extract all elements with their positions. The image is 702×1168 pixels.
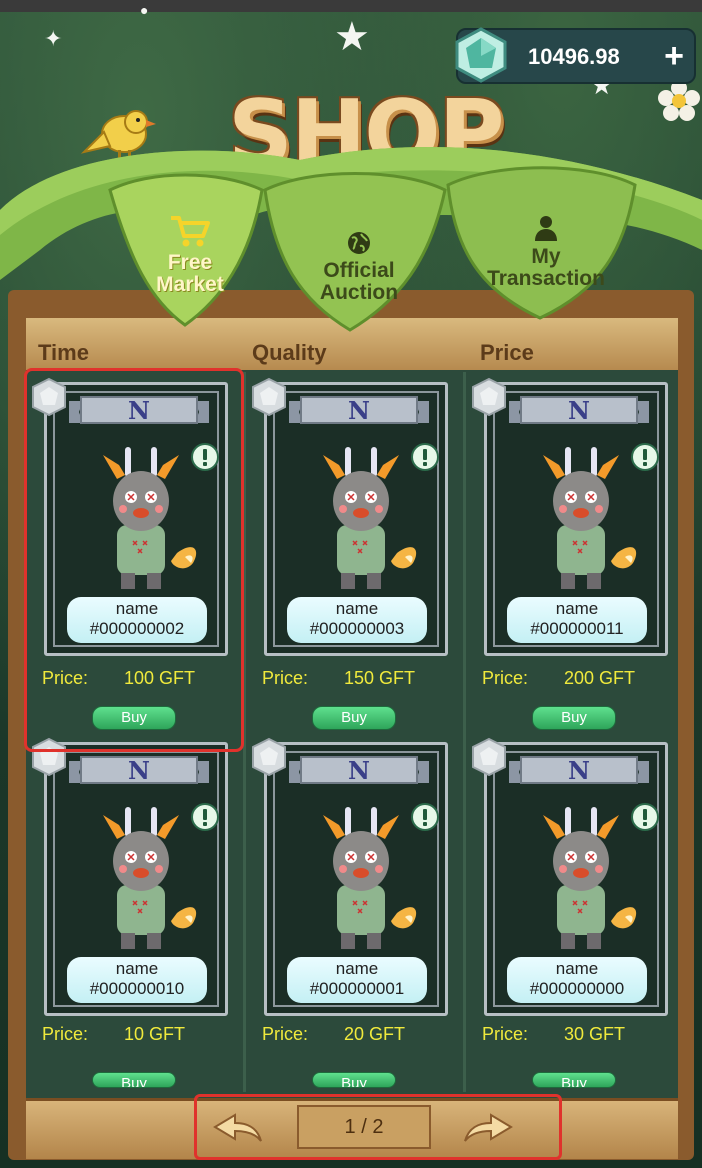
buy-button[interactable]: Buy — [532, 706, 616, 730]
pet-name: name — [555, 599, 599, 618]
pet-card[interactable]: N na — [472, 377, 668, 656]
market-item: N na — [26, 732, 246, 1092]
price-label: Price: — [42, 1024, 89, 1044]
gem-icon — [455, 27, 507, 83]
top-strip — [0, 0, 702, 12]
buy-button[interactable]: Buy — [92, 1072, 176, 1088]
buy-button[interactable]: Buy — [532, 1072, 616, 1088]
rarity-label: N — [128, 756, 150, 785]
pet-image — [323, 807, 417, 949]
sort-quality[interactable]: Quality — [252, 340, 327, 366]
price-label: Price: — [482, 668, 529, 688]
currency-display: 10496.98 + — [455, 27, 696, 84]
pet-name-plate: name #000000010 — [67, 957, 207, 1003]
flower-icon — [658, 80, 700, 121]
price-value: 10 GFT — [124, 1024, 186, 1044]
tab-free-market[interactable]: Free Market — [140, 214, 240, 296]
star-icon: ● — [140, 2, 149, 18]
rarity-gem-icon — [252, 377, 286, 417]
market-grid: N name #000000002 Price: 100 GFT Buy N n… — [26, 372, 678, 1096]
market-item: N na — [466, 372, 678, 732]
market-item: N na — [26, 372, 246, 732]
tab-label: My — [531, 245, 561, 268]
star-icon: ★ — [334, 15, 370, 59]
rarity-gem-icon — [472, 377, 506, 417]
pet-name: name — [115, 599, 159, 618]
pet-id: #000000003 — [309, 619, 405, 638]
rarity-label: N — [128, 396, 150, 425]
pet-name-plate: name #000000003 — [287, 597, 427, 643]
globe-icon — [348, 232, 370, 254]
market-item: N na — [246, 372, 466, 732]
pet-card[interactable]: N na — [252, 377, 448, 656]
pet-id: #000000000 — [529, 979, 625, 998]
price-label: Price: — [482, 1024, 529, 1044]
pet-id: #000000001 — [309, 979, 405, 998]
pagination: 1 / 2 — [194, 1094, 562, 1160]
price-value: 30 GFT — [564, 1024, 626, 1044]
tab-label: Auction — [319, 281, 399, 304]
price-value: 20 GFT — [344, 1024, 406, 1044]
add-currency-button[interactable]: + — [664, 36, 684, 76]
user-icon — [535, 216, 557, 241]
price-label: Price: — [262, 668, 309, 688]
tab-label: Official — [323, 259, 395, 282]
rarity-gem-icon — [32, 377, 66, 417]
rarity-gem-icon — [32, 737, 66, 777]
tab-label: Transaction — [487, 267, 605, 290]
pet-image — [103, 807, 197, 949]
sort-price[interactable]: Price — [480, 340, 534, 366]
tab-label: Free — [167, 251, 213, 274]
rarity-label: N — [348, 756, 370, 785]
rarity-label: N — [348, 396, 370, 425]
rarity-gem-icon — [472, 737, 506, 777]
currency-amount: 10496.98 — [528, 44, 620, 69]
tab-label: Market — [156, 273, 224, 296]
pet-id: #000000002 — [89, 619, 185, 638]
buy-button[interactable]: Buy — [312, 706, 396, 730]
market-item: N na — [246, 732, 466, 1092]
pet-name-plate: name #000000011 — [507, 597, 647, 643]
pet-name: name — [335, 959, 379, 978]
pet-name: name — [555, 959, 599, 978]
pet-card[interactable]: N na — [252, 737, 448, 1016]
pet-card[interactable]: N na — [32, 377, 228, 656]
pet-card[interactable]: N na — [32, 737, 228, 1016]
pet-image — [543, 807, 637, 949]
sort-time[interactable]: Time — [38, 340, 89, 366]
rarity-label: N — [568, 396, 590, 425]
buy-button[interactable]: Buy — [92, 706, 176, 730]
pet-id: #000000011 — [530, 619, 624, 638]
prev-page-button[interactable] — [211, 1111, 267, 1145]
pet-image — [103, 447, 197, 589]
pet-image — [323, 447, 417, 589]
star-icon: ✦ — [44, 26, 63, 51]
tab-my-transaction[interactable]: My Transaction — [472, 214, 620, 290]
pet-name: name — [335, 599, 379, 618]
cart-icon — [171, 216, 210, 247]
pet-name-plate: name #000000002 — [67, 597, 207, 643]
price-label: Price: — [42, 668, 89, 688]
price-value: 200 GFT — [564, 668, 636, 688]
market-item: N na — [466, 732, 678, 1092]
pet-name: name — [115, 959, 159, 978]
rarity-label: N — [568, 756, 590, 785]
pet-card[interactable]: N na — [472, 737, 668, 1016]
price-value: 150 GFT — [344, 668, 416, 688]
pet-name-plate: name #000000000 — [507, 957, 647, 1003]
pet-id: #000000010 — [89, 979, 185, 998]
rarity-gem-icon — [252, 737, 286, 777]
pet-name-plate: name #000000001 — [287, 957, 427, 1003]
buy-button[interactable]: Buy — [312, 1072, 396, 1088]
next-page-button[interactable] — [459, 1111, 515, 1145]
price-label: Price: — [262, 1024, 309, 1044]
tab-official-auction[interactable]: Official Auction — [304, 230, 414, 304]
price-value: 100 GFT — [124, 668, 196, 688]
pet-image — [543, 447, 637, 589]
page-indicator: 1 / 2 — [297, 1105, 431, 1149]
